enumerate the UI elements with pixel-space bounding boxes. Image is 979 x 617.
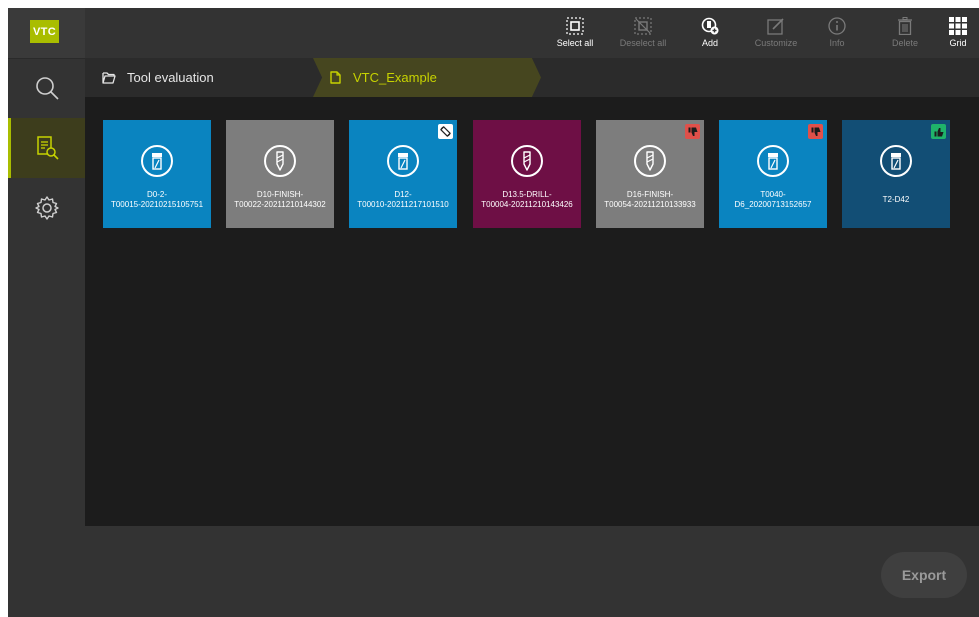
search-icon (35, 77, 59, 100)
tool-tile[interactable]: T0040- D6_20200713152657 (719, 120, 827, 228)
tool-tile-label-line2: D6_20200713152657 (734, 200, 812, 209)
add-tool-icon (701, 17, 719, 35)
tool-tile-label: D16-FINISH- T00054-20211210133933 (597, 190, 703, 210)
grid-icon (949, 17, 967, 35)
deselect-all-label: Deselect all (619, 38, 667, 48)
tool-tile[interactable]: D13.5-DRILL- T00004-20211210143426 (473, 120, 581, 228)
tool-tile[interactable]: D0-2- T00015-20210215105751 (103, 120, 211, 228)
grid-view-button[interactable]: Grid (938, 8, 978, 58)
gear-icon (34, 196, 59, 220)
breadcrumb-root-label: Tool evaluation (127, 70, 214, 85)
info-label: Info (829, 38, 845, 48)
file-icon (330, 71, 341, 84)
edit-icon (767, 18, 784, 35)
thumbs-down-icon (685, 124, 700, 139)
tool-tile-label: T0040- D6_20200713152657 (720, 190, 826, 210)
tool-tile-label-line1: D10-FINISH- (256, 190, 304, 199)
logo-cell: VTC (8, 8, 85, 59)
drill-tool-icon (634, 145, 666, 177)
thumbs-up-icon (931, 124, 946, 139)
mill-tool-icon (141, 145, 173, 177)
delete-label: Delete (891, 38, 918, 48)
vtc-logo: VTC (30, 20, 59, 43)
tool-tile[interactable]: D10-FINISH- T00022-20211210144302 (226, 120, 334, 228)
tool-tile-label: D12- T00010-20211217101510 (350, 190, 456, 210)
grid-label: Grid (949, 38, 967, 48)
mill-tool-icon (387, 145, 419, 177)
delete-button[interactable]: Delete (875, 8, 935, 58)
thumbs-down-icon (808, 124, 823, 139)
tool-tile-label-line2: T00022-20211210144302 (234, 200, 326, 209)
tool-tile-label-line1: D0-2- (146, 190, 167, 199)
tool-tile-label-line2: T00004-20211210143426 (481, 200, 573, 209)
add-button[interactable]: Add (680, 8, 740, 58)
breadcrumb-root[interactable]: Tool evaluation (85, 58, 315, 97)
tool-tile[interactable]: T2-D42 (842, 120, 950, 228)
tool-tile[interactable]: D12- T00010-20211217101510 (349, 120, 457, 228)
breadcrumb-current[interactable]: VTC_Example (313, 58, 541, 97)
trash-icon (898, 17, 912, 35)
select-all-label: Select all (556, 38, 594, 48)
select-all-icon (566, 17, 584, 35)
mill-tool-icon (757, 145, 789, 177)
ruler-icon (438, 124, 453, 139)
toolbar: Select all Deselect all Add Customize In… (85, 8, 979, 58)
select-all-button[interactable]: Select all (545, 8, 605, 58)
tool-tile-label-line2: T00054-20211210133933 (604, 200, 696, 209)
tool-tile-label: D13.5-DRILL- T00004-20211210143426 (474, 190, 580, 210)
tool-tile-label-line2: T00015-20210215105751 (110, 200, 204, 209)
tool-tile-label: T2-D42 (843, 195, 949, 205)
tool-tile-label-line1: D13.5-DRILL- (502, 190, 552, 199)
tool-tile[interactable]: D16-FINISH- T00054-20211210133933 (596, 120, 704, 228)
tool-tile-label-line1: T2-D42 (882, 195, 910, 204)
customize-label: Customize (754, 38, 798, 48)
export-button[interactable]: Export (881, 552, 967, 598)
breadcrumb-current-label: VTC_Example (353, 70, 437, 85)
info-button[interactable]: Info (807, 8, 867, 58)
tool-tile-label-line1: T0040- (760, 190, 786, 199)
info-icon (828, 17, 846, 35)
folder-open-icon (102, 71, 116, 84)
deselect-all-button[interactable]: Deselect all (613, 8, 673, 58)
tool-tile-label-line2: T00010-20211217101510 (357, 200, 449, 209)
sidebar-item-settings[interactable] (8, 178, 85, 238)
customize-button[interactable]: Customize (746, 8, 806, 58)
bottom-bar: Export (85, 526, 979, 617)
tool-tile-label-line1: D16-FINISH- (626, 190, 674, 199)
add-label: Add (701, 38, 718, 48)
drill-tool-icon (264, 145, 296, 177)
report-search-icon (37, 136, 59, 160)
deselect-all-icon (634, 17, 652, 35)
app-window: VTC Select all Deselect all Add Customiz… (8, 8, 979, 617)
breadcrumb: Tool evaluation VTC_Example (85, 58, 979, 97)
sidebar-item-tool-evaluation[interactable] (8, 118, 85, 178)
tool-tile-label: D0-2- T00015-20210215105751 (104, 190, 210, 210)
mill-tool-icon (880, 145, 912, 177)
tool-tile-label-line1: D12- (394, 190, 412, 199)
drill-tool-icon (511, 145, 543, 177)
sidebar: VTC (8, 8, 85, 617)
sidebar-item-search[interactable] (8, 58, 85, 118)
tool-tile-label: D10-FINISH- T00022-20211210144302 (227, 190, 333, 210)
